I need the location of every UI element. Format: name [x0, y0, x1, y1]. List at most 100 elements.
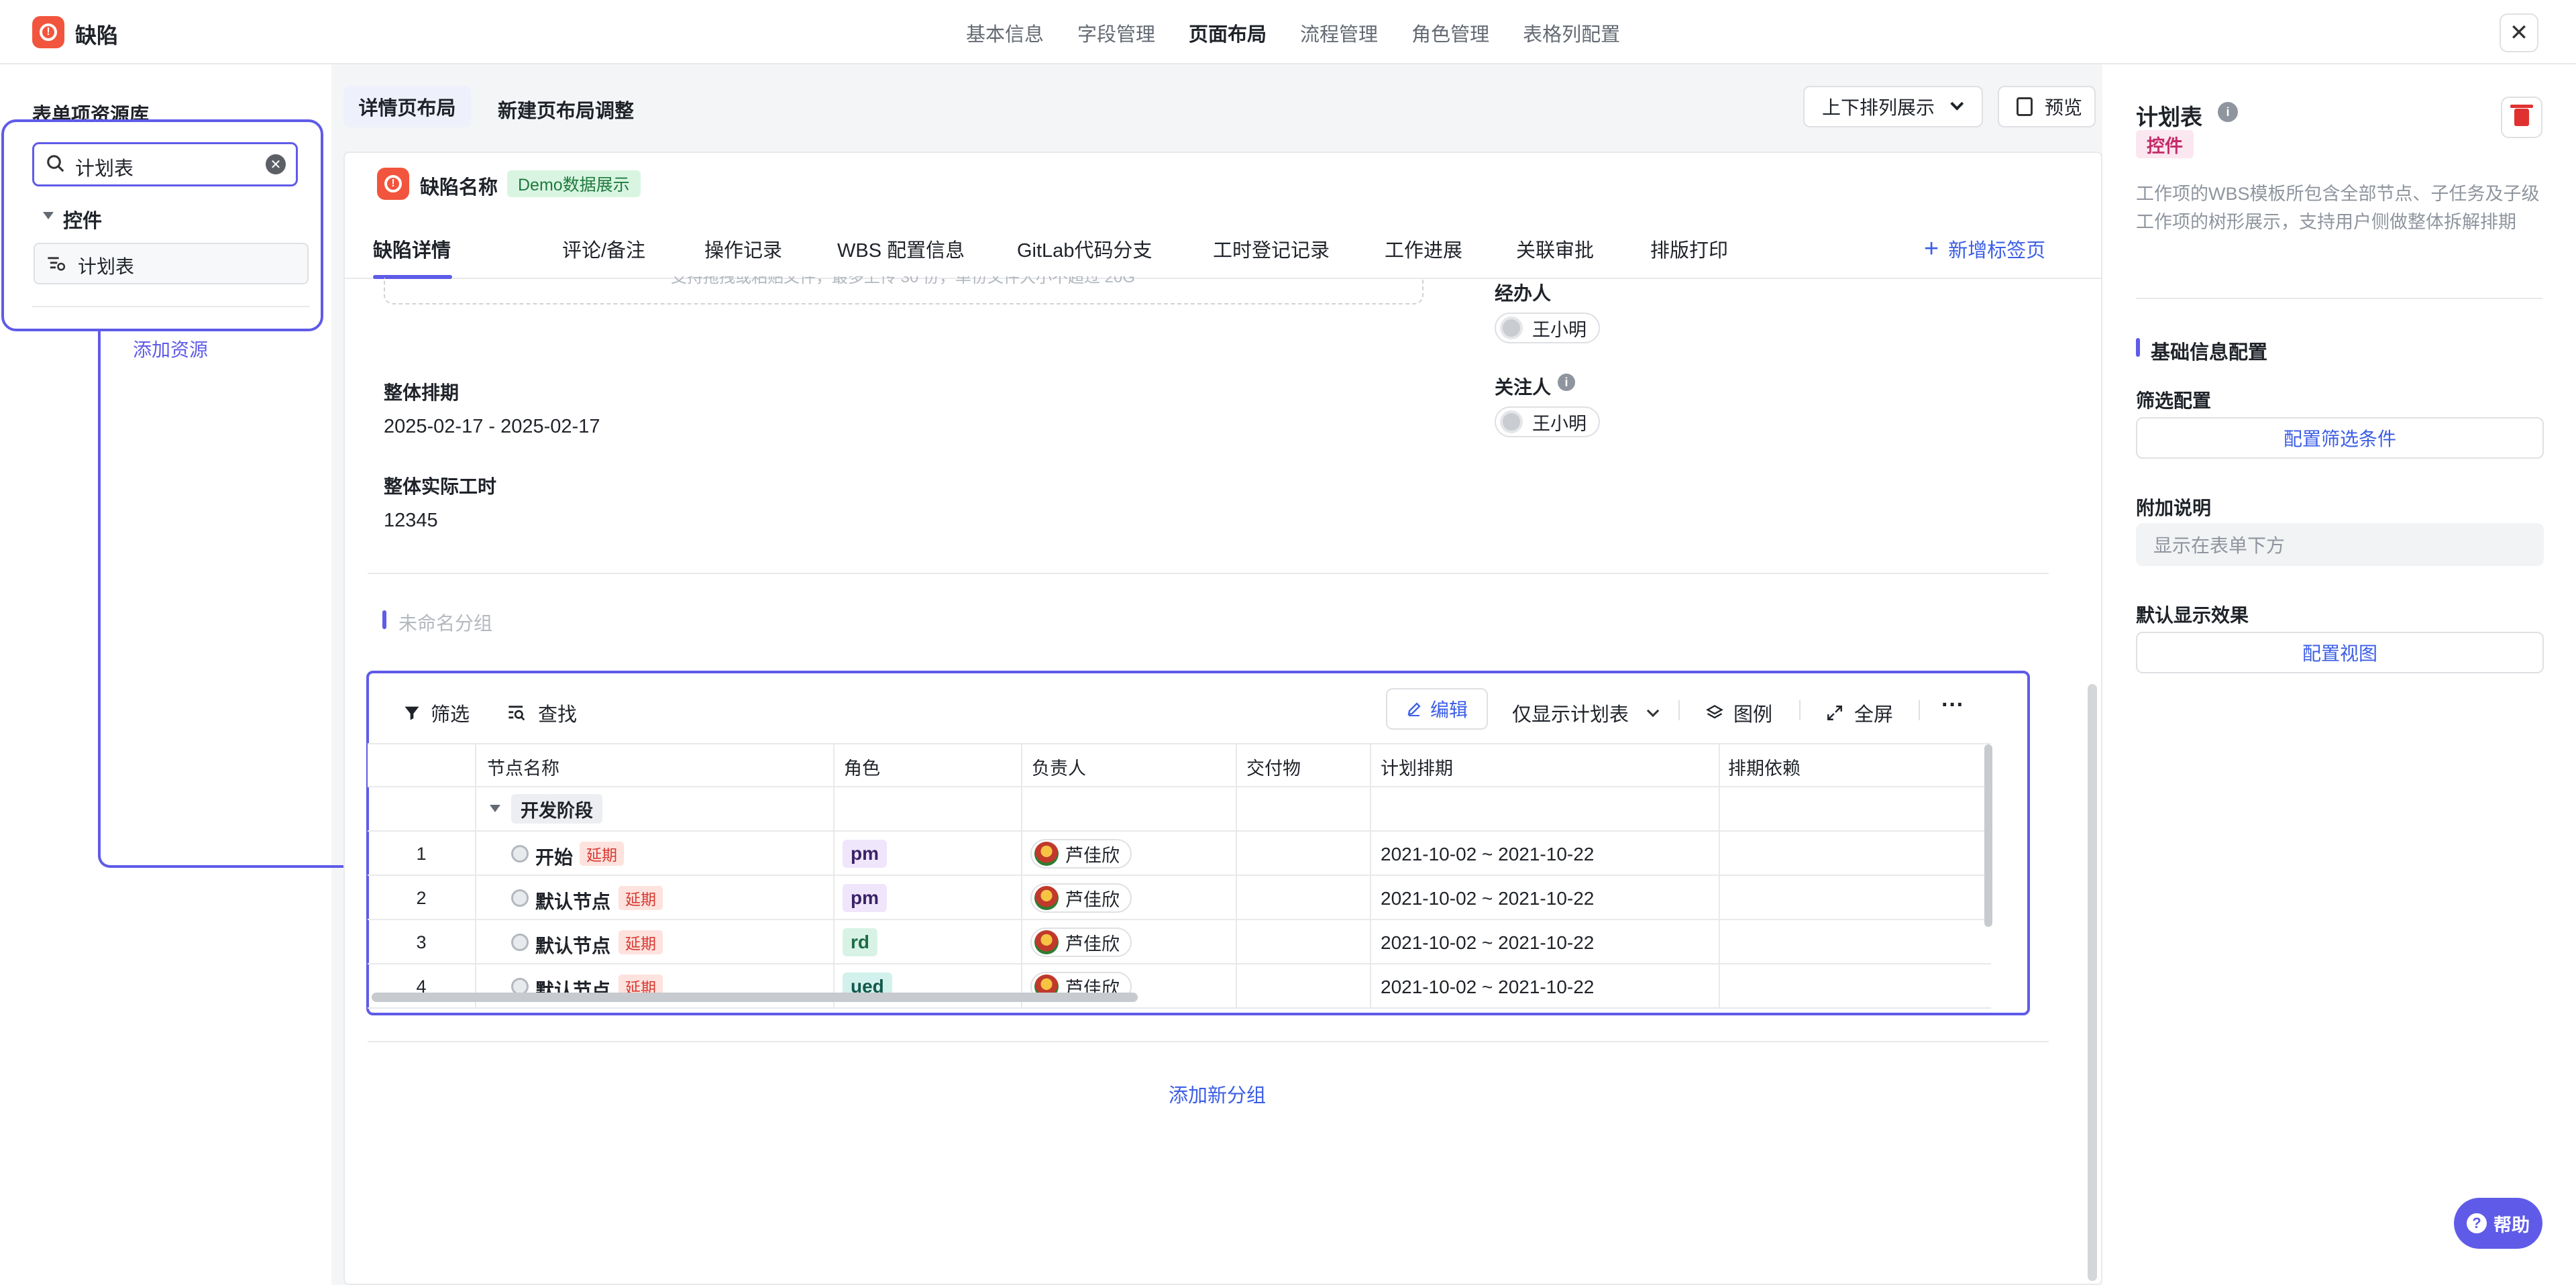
tree-group-controls[interactable]: 控件: [63, 205, 102, 233]
group-name[interactable]: 未命名分组: [398, 609, 492, 636]
question-icon: ?: [2467, 1213, 2487, 1233]
role-tag: pm: [843, 840, 887, 868]
table-row-stage[interactable]: [368, 787, 1991, 832]
info-icon[interactable]: i: [2218, 102, 2238, 122]
top-nav: 基本信息 字段管理 页面布局 流程管理 角色管理 表格列配置: [966, 19, 1654, 47]
arrangement-select[interactable]: 上下排列展示: [1803, 86, 1983, 127]
follower-chip[interactable]: 王小明: [1495, 406, 1600, 437]
clear-icon[interactable]: ✕: [266, 154, 286, 174]
add-group-link[interactable]: 添加新分组: [1169, 1080, 1266, 1108]
section-marker: [2136, 338, 2140, 357]
vertical-scrollbar[interactable]: [1984, 744, 1992, 927]
filter-button[interactable]: 筛选: [402, 699, 470, 727]
plan-date[interactable]: 2021-10-02 ~ 2021-10-22: [1381, 976, 1594, 998]
edit-button[interactable]: 编辑: [1386, 688, 1488, 730]
table-row[interactable]: [368, 920, 1991, 964]
delete-button[interactable]: [2501, 97, 2542, 138]
legend-button[interactable]: 图例: [1705, 699, 1772, 727]
status-circle-icon[interactable]: [511, 889, 529, 907]
status-circle-icon[interactable]: [511, 845, 529, 862]
demo-badge: Demo数据展示: [507, 170, 641, 197]
avatar: [1034, 842, 1059, 866]
status-circle-icon[interactable]: [511, 934, 529, 951]
plan-date[interactable]: 2021-10-02 ~ 2021-10-22: [1381, 932, 1594, 954]
resource-item-plan[interactable]: [34, 243, 309, 284]
node-name[interactable]: 开始: [535, 843, 573, 870]
tab-detail-layout[interactable]: 详情页布局: [343, 86, 471, 127]
schedule-value[interactable]: 2025-02-17 - 2025-02-17: [384, 416, 600, 438]
config-filter-button[interactable]: 配置筛选条件: [2136, 417, 2544, 459]
col-node-name[interactable]: 节点名称: [487, 754, 559, 780]
owner-chip[interactable]: 芦佳欣: [1030, 928, 1132, 957]
nav-role-management[interactable]: 角色管理: [1411, 19, 1489, 47]
tab-approvals[interactable]: 关联审批: [1516, 235, 1594, 263]
widget-type-tag: 控件: [2136, 130, 2194, 158]
tab-print[interactable]: 排版打印: [1650, 235, 1728, 263]
node-name[interactable]: 默认节点: [535, 932, 610, 958]
find-icon: [508, 706, 525, 721]
row-number: 2: [416, 888, 427, 908]
handler-name: 王小明: [1532, 319, 1587, 340]
owner-name: 芦佳欣: [1065, 934, 1120, 954]
nav-table-columns[interactable]: 表格列配置: [1523, 19, 1620, 47]
add-resource-link[interactable]: 添加资源: [133, 335, 208, 362]
layers-icon: [1706, 705, 1723, 719]
preview-label: 预览: [2045, 97, 2083, 118]
config-view-button[interactable]: 配置视图: [2136, 632, 2544, 673]
add-tab-button[interactable]: + 新增标签页: [1924, 235, 2045, 263]
legend-label: 图例: [1733, 704, 1773, 726]
actual-hours-value[interactable]: 12345: [384, 510, 438, 532]
row-number: 1: [416, 844, 427, 864]
tab-progress[interactable]: 工作进展: [1385, 235, 1462, 263]
group-marker: [382, 610, 386, 629]
close-button[interactable]: ✕: [2500, 13, 2538, 52]
actual-hours-label: 整体实际工时: [384, 476, 497, 497]
close-icon: ✕: [2509, 20, 2529, 46]
tab-comments[interactable]: 评论/备注: [562, 235, 645, 263]
owner-chip[interactable]: 芦佳欣: [1030, 883, 1132, 913]
nav-workflow[interactable]: 流程管理: [1300, 19, 1378, 47]
plan-date[interactable]: 2021-10-02 ~ 2021-10-22: [1381, 844, 1594, 865]
trash-icon: [2510, 105, 2533, 126]
note-input[interactable]: 显示在表单下方: [2136, 523, 2544, 566]
nav-field-management[interactable]: 字段管理: [1077, 19, 1155, 47]
filter-icon: [405, 706, 419, 720]
horizontal-scrollbar[interactable]: [372, 993, 1138, 1002]
edit-label: 编辑: [1430, 700, 1468, 720]
plan-date[interactable]: 2021-10-02 ~ 2021-10-22: [1381, 888, 1594, 909]
col-plan-schedule[interactable]: 计划排期: [1381, 754, 1453, 780]
tab-timesheet[interactable]: 工时登记记录: [1213, 235, 1330, 263]
tab-wbs-config[interactable]: WBS 配置信息: [837, 235, 965, 263]
record-type-icon: !: [377, 168, 409, 200]
find-button[interactable]: 查找: [507, 699, 577, 727]
search-icon: [47, 155, 64, 172]
nav-page-layout[interactable]: 页面布局: [1189, 19, 1267, 47]
canvas-scrollbar[interactable]: [2088, 684, 2097, 1281]
table-row[interactable]: [368, 876, 1991, 920]
preview-button[interactable]: 预览: [1998, 86, 2096, 127]
fullscreen-button[interactable]: 全屏: [1826, 699, 1893, 727]
owner-chip[interactable]: 芦佳欣: [1030, 839, 1132, 869]
more-icon[interactable]: ···: [1941, 692, 1964, 718]
node-name[interactable]: 默认节点: [535, 887, 610, 914]
tab-create-layout[interactable]: 新建页布局调整: [498, 95, 634, 123]
col-role[interactable]: 角色: [844, 754, 880, 780]
nav-basic-info[interactable]: 基本信息: [966, 19, 1044, 47]
tab-defect-detail[interactable]: 缺陷详情: [373, 235, 451, 263]
col-owner[interactable]: 负责人: [1032, 754, 1086, 780]
follower-name: 王小明: [1532, 413, 1587, 434]
avatar: [1500, 317, 1523, 339]
handler-chip[interactable]: 王小明: [1495, 313, 1600, 343]
table-row[interactable]: [368, 964, 1991, 1009]
help-button[interactable]: ? 帮助: [2454, 1198, 2542, 1249]
caret-down-icon[interactable]: [490, 805, 500, 812]
tab-gitlab-branch[interactable]: GitLab代码分支: [1017, 235, 1152, 263]
tab-operation-log[interactable]: 操作记录: [704, 235, 782, 263]
info-icon[interactable]: i: [1558, 374, 1575, 391]
caret-down-icon[interactable]: [43, 212, 54, 219]
resource-search-input[interactable]: [32, 142, 298, 186]
show-only-select[interactable]: 仅显示计划表: [1512, 699, 1660, 727]
col-dependency[interactable]: 排期依赖: [1728, 754, 1801, 780]
col-deliverable[interactable]: 交付物: [1246, 754, 1301, 780]
section-divider: [368, 1041, 2049, 1042]
